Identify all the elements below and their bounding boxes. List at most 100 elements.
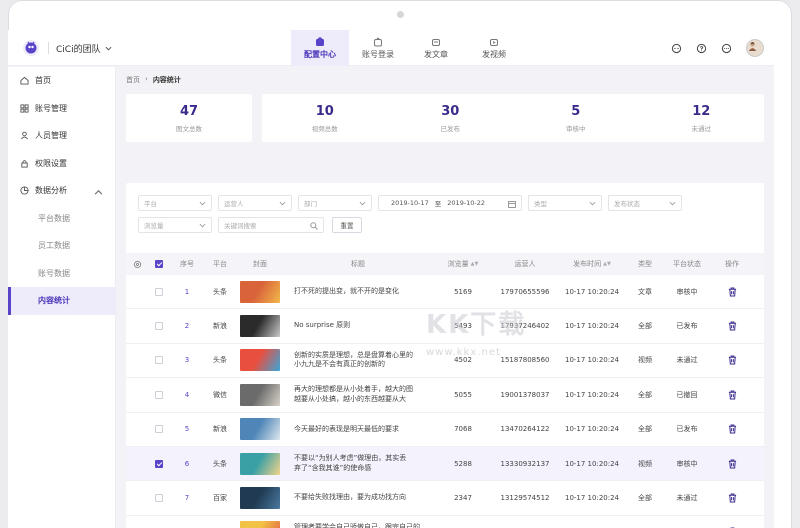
config-icon <box>316 37 324 46</box>
row-number: 7 <box>184 494 190 503</box>
table-row[interactable]: 7 百家 不要给失败找理由，要为成功找方向 2347 13129574512 10-17 … <box>126 481 764 516</box>
row-number: 1 <box>184 287 190 296</box>
row-operator: 13330932137 <box>500 459 550 468</box>
table-row[interactable]: 5 新浪 今天最好的表现是明天最低的要求 7068 13470264122 10-17 1… <box>126 413 764 447</box>
table-row[interactable]: 4 微信 再大的理想都是从小处着手，越大的图 越要从小处搞，越小的东西越要从大 505… <box>126 378 764 413</box>
trash-icon[interactable] <box>728 287 737 297</box>
row-status: 已撤回 <box>676 390 698 399</box>
trash-icon[interactable] <box>728 355 737 366</box>
nav-account-login[interactable]: 账号登录 <box>349 30 407 66</box>
row-type: 视频 <box>638 459 652 468</box>
type-select[interactable]: 类型 <box>528 195 602 211</box>
row-number: 4 <box>184 390 190 399</box>
table-header: 序号 平台 封面 标题 浏览量 ▲▼ 运营人 发布时间 ▲▼ 类型 平台状态 操作 <box>126 253 764 275</box>
row-checkbox[interactable] <box>155 425 163 434</box>
cover-thumbnail[interactable] <box>240 418 280 441</box>
row-checkbox[interactable] <box>155 390 163 399</box>
more-icon[interactable] <box>721 43 732 54</box>
row-checkbox[interactable] <box>155 322 163 331</box>
row-title[interactable]: 不要给失败找理由，要为成功找方向 <box>294 493 406 502</box>
row-checkbox[interactable] <box>155 356 163 365</box>
cover-thumbnail[interactable] <box>240 487 280 510</box>
stats-row: 47 图文总数 10 视频总数 30 已发布 5 审核中 12 未通过 <box>126 94 764 142</box>
breadcrumb-home[interactable]: 首页 <box>126 75 140 85</box>
row-title[interactable]: 打不死的提出变，就不开的是变化 <box>294 287 399 296</box>
row-title[interactable]: No surprise 原则 <box>294 321 350 330</box>
row-title[interactable]: 创新的实质是理想，总是盘算着心里的 小九九是不会有真正的创新的 <box>294 351 413 370</box>
row-checkbox[interactable] <box>155 494 163 503</box>
nav-config-center[interactable]: 配置中心 <box>291 30 349 66</box>
trash-icon[interactable] <box>728 493 737 503</box>
row-operator: 15187808560 <box>500 356 550 365</box>
row-status: 已发布 <box>676 425 698 434</box>
keyword-search-input[interactable]: 关键词搜索 <box>218 217 324 233</box>
stat-card-articles: 47 图文总数 <box>126 94 252 142</box>
chevron-down-icon <box>199 223 206 228</box>
sidebar-item-permissions[interactable]: 权限设置 <box>8 150 115 178</box>
row-views: 5055 <box>454 390 472 399</box>
chevron-up-icon <box>94 189 103 195</box>
nav-post-video[interactable]: 发视频 <box>465 30 523 66</box>
select-all-checkbox[interactable] <box>155 260 163 268</box>
row-title[interactable]: 不要以“为别人考虑”做理由，其实丢 弃了“含我其谁”的使命感 <box>294 454 406 473</box>
settings-icon <box>133 260 141 268</box>
sidebar-item-analytics[interactable]: 数据分析 <box>8 177 115 205</box>
department-select[interactable]: 部门 <box>298 195 372 211</box>
row-status: 审核中 <box>676 287 698 296</box>
views-sort-header[interactable]: 浏览量 ▲▼ <box>432 259 494 269</box>
row-checkbox[interactable] <box>155 287 163 296</box>
message-icon[interactable] <box>671 43 682 54</box>
breadcrumb-current: 内容统计 <box>152 76 181 84</box>
team-switcher[interactable]: CiCi的团队 <box>48 42 112 55</box>
pie-chart-icon <box>20 186 29 195</box>
row-checkbox[interactable] <box>155 459 163 468</box>
views-select[interactable]: 浏览量 <box>138 217 212 233</box>
chevron-down-icon <box>669 201 676 206</box>
trash-icon[interactable] <box>728 390 737 400</box>
trash-icon[interactable] <box>728 424 737 434</box>
stat-card-rejected: 12 未通过 <box>691 103 712 133</box>
row-title[interactable]: 再大的理想都是从小处着手，越大的图 越要从小处搞，越小的东西越要从大 <box>294 385 413 404</box>
grid-icon <box>20 104 29 113</box>
trash-icon[interactable] <box>728 459 737 469</box>
content-table: 序号 平台 封面 标题 浏览量 ▲▼ 运营人 发布时间 ▲▼ 类型 平台状态 操作 … <box>126 253 764 528</box>
sidebar-item-accounts[interactable]: 账号管理 <box>8 95 115 123</box>
main-content: 首页 › 内容统计 47 图文总数 10 视频总数 30 已发布 5 审核中 12 未通… <box>116 67 774 528</box>
row-time: 10-17 10:20:24 <box>564 425 619 434</box>
row-type: 全部 <box>638 425 652 434</box>
avatar[interactable] <box>746 39 764 57</box>
publish-status-select[interactable]: 发布状态 <box>608 195 682 211</box>
help-icon[interactable] <box>696 43 707 54</box>
cover-thumbnail[interactable] <box>240 349 280 372</box>
row-title[interactable]: 今天最好的表现是明天最低的要求 <box>294 425 399 434</box>
platform-select[interactable]: 平台 <box>138 195 212 211</box>
sidebar-item-account-data[interactable]: 账号数据 <box>8 260 115 288</box>
row-title[interactable]: 管理者要学会自己骄傲自己，跟完自己的 伤口还要去舔别人的伤口 <box>294 523 420 528</box>
table-row[interactable]: 6 头条 不要以“为别人考虑”做理由，其实丢 弃了“含我其谁”的使命感 5288 133… <box>126 446 764 482</box>
cover-thumbnail[interactable] <box>240 280 280 303</box>
row-type: 全部 <box>638 494 652 503</box>
row-type: 全部 <box>638 322 652 331</box>
cover-thumbnail[interactable] <box>240 452 280 475</box>
table-row[interactable]: 8微信管理者要学会自己骄傲自己，跟完自己的 伤口还要去舔别人的伤口8439159… <box>126 516 764 528</box>
row-platform: 百家 <box>213 494 227 503</box>
sidebar-item-people[interactable]: 人员管理 <box>8 122 115 150</box>
operator-select[interactable]: 运营人 <box>218 195 292 211</box>
time-sort-header[interactable]: 发布时间 ▲▼ <box>556 259 628 269</box>
date-range-picker[interactable]: 2019-10-17 至 2019-10-22 <box>378 195 522 211</box>
sidebar-item-home[interactable]: 首页 <box>8 67 115 95</box>
cover-thumbnail[interactable] <box>240 521 280 528</box>
cover-thumbnail[interactable] <box>240 383 280 406</box>
stat-card-videos: 10 视频总数 <box>311 103 338 133</box>
trash-icon[interactable] <box>728 321 737 331</box>
reset-button[interactable]: 重置 <box>332 217 362 233</box>
row-platform: 微信 <box>213 390 227 399</box>
row-operator: 13129574512 <box>500 494 550 503</box>
sidebar-item-platform-data[interactable]: 平台数据 <box>8 205 115 233</box>
sidebar-item-staff-data[interactable]: 员工数据 <box>8 232 115 260</box>
calendar-icon <box>508 201 516 208</box>
cover-thumbnail[interactable] <box>240 315 280 338</box>
nav-post-article[interactable]: 发文章 <box>407 30 465 66</box>
sidebar-item-content-stats[interactable]: 内容统计 <box>8 287 115 315</box>
row-type: 视频 <box>638 356 652 365</box>
